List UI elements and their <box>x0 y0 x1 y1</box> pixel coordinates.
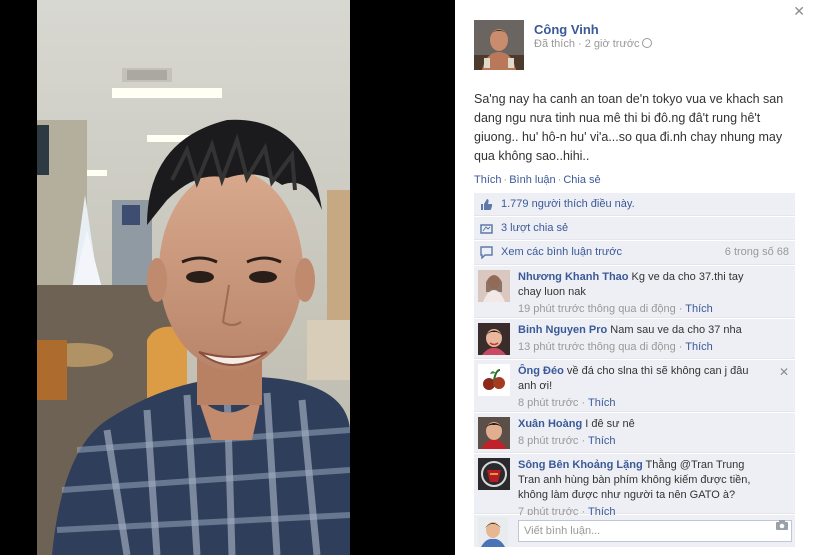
comment-body: Nhương Khanh Thao Kg ve da cho 37.thi ta… <box>518 270 768 317</box>
comment-item: Ông Đéo về đá cho slna thì sẽ không can … <box>474 360 795 412</box>
comment-count: 6 trong số 68 <box>724 246 789 258</box>
likes-row: 1.779 người thích điều này. <box>474 193 795 216</box>
post-photo[interactable] <box>37 0 350 555</box>
remove-comment-icon[interactable]: ✕ <box>779 365 789 379</box>
viewer-avatar <box>478 517 508 547</box>
post-text: Sa'ng nay ha canh an toan de'n tokyo vua… <box>474 92 784 163</box>
share-icon <box>480 224 493 234</box>
comment-time: 8 phút trước · <box>518 397 589 409</box>
commenter-avatar[interactable] <box>478 323 510 355</box>
comment-like-link[interactable]: Thích <box>685 341 713 353</box>
author-avatar[interactable] <box>474 20 524 70</box>
comment-item: Xuân Hoàng I đê sư nê 8 phút trước · Thí… <box>474 413 795 453</box>
comment-composer: Viết bình luận... <box>474 515 795 547</box>
view-previous-row: Xem các bình luận trước 6 trong số 68 <box>474 241 795 265</box>
comment-input[interactable]: Viết bình luận... <box>518 520 792 542</box>
comment-like-link[interactable]: Thích <box>588 397 616 409</box>
comment-body: Xuân Hoàng I đê sư nê 8 phút trước · Thí… <box>518 417 768 449</box>
commenter-avatar[interactable] <box>478 364 510 396</box>
comment-time: 19 phút trước thông qua di động · <box>518 303 686 315</box>
comment-meta: 8 phút trước · Thích <box>518 396 768 411</box>
comment-meta: 8 phút trước · Thích <box>518 434 768 449</box>
post-actions: Thích · Bình luận · Chia sẻ <box>474 174 601 186</box>
comment-time: 13 phút trước thông qua di động · <box>518 341 686 353</box>
camera-icon[interactable] <box>775 519 789 531</box>
thumbs-up-icon <box>481 199 493 210</box>
comment-meta: 19 phút trước thông qua di động · Thích <box>518 302 768 317</box>
author-name[interactable]: Công Vinh <box>534 22 599 37</box>
share-link[interactable]: Chia sẻ <box>563 174 600 186</box>
commenter-name[interactable]: Binh Nguyen Pro <box>518 324 607 336</box>
comment-like-link[interactable]: Thích <box>685 303 713 315</box>
comment-meta: 13 phút trước thông qua di động · Thích <box>518 340 768 355</box>
separator: · <box>503 174 508 186</box>
comment-time: 8 phút trước · <box>518 435 589 447</box>
commenter-name[interactable]: Ông Đéo <box>518 365 564 377</box>
comment-item: Sông Bên Khoảng Lặng Thằng @Tran Trung T… <box>474 454 795 518</box>
commenter-avatar[interactable] <box>478 458 510 490</box>
commenter-name[interactable]: Xuân Hoàng <box>518 418 582 430</box>
comment-like-link[interactable]: Thích <box>588 435 616 447</box>
shares-count[interactable]: 3 lượt chia sẻ <box>501 222 568 234</box>
post-time: Đã thích · 2 giờ trước <box>534 38 640 50</box>
comment-body: Sông Bên Khoảng Lặng Thằng @Tran Trung T… <box>518 458 768 520</box>
comment-body: Binh Nguyen Pro Nam sau ve da cho 37 nha… <box>518 323 768 355</box>
comment-link[interactable]: Bình luận <box>509 174 555 186</box>
comment-body: Ông Đéo về đá cho slna thì sẽ không can … <box>518 364 768 411</box>
commenter-avatar[interactable] <box>478 417 510 449</box>
comment-item: Nhương Khanh Thao Kg ve da cho 37.thi ta… <box>474 266 795 318</box>
comment-item: Binh Nguyen Pro Nam sau ve da cho 37 nha… <box>474 319 795 359</box>
comment-text: I đê sư nê <box>582 418 635 430</box>
post-meta: Đã thích · 2 giờ trước <box>534 38 652 50</box>
commenter-name[interactable]: Nhương Khanh Thao <box>518 271 629 283</box>
commenter-avatar[interactable] <box>478 270 510 302</box>
commenter-name[interactable]: Sông Bên Khoảng Lặng <box>518 459 643 471</box>
likes-count[interactable]: 1.779 người thích điều này. <box>501 198 635 210</box>
close-icon[interactable]: ✕ <box>793 3 805 20</box>
comment-bubble-icon <box>480 246 493 259</box>
like-link[interactable]: Thích <box>474 174 502 186</box>
view-previous-link[interactable]: Xem các bình luận trước <box>501 246 622 258</box>
photo-viewer <box>0 0 455 555</box>
separator: · <box>557 174 562 186</box>
comment-text: Nam sau ve da cho 37 nha <box>607 324 742 336</box>
shares-row: 3 lượt chia sẻ <box>474 217 795 240</box>
globe-icon <box>641 38 652 48</box>
